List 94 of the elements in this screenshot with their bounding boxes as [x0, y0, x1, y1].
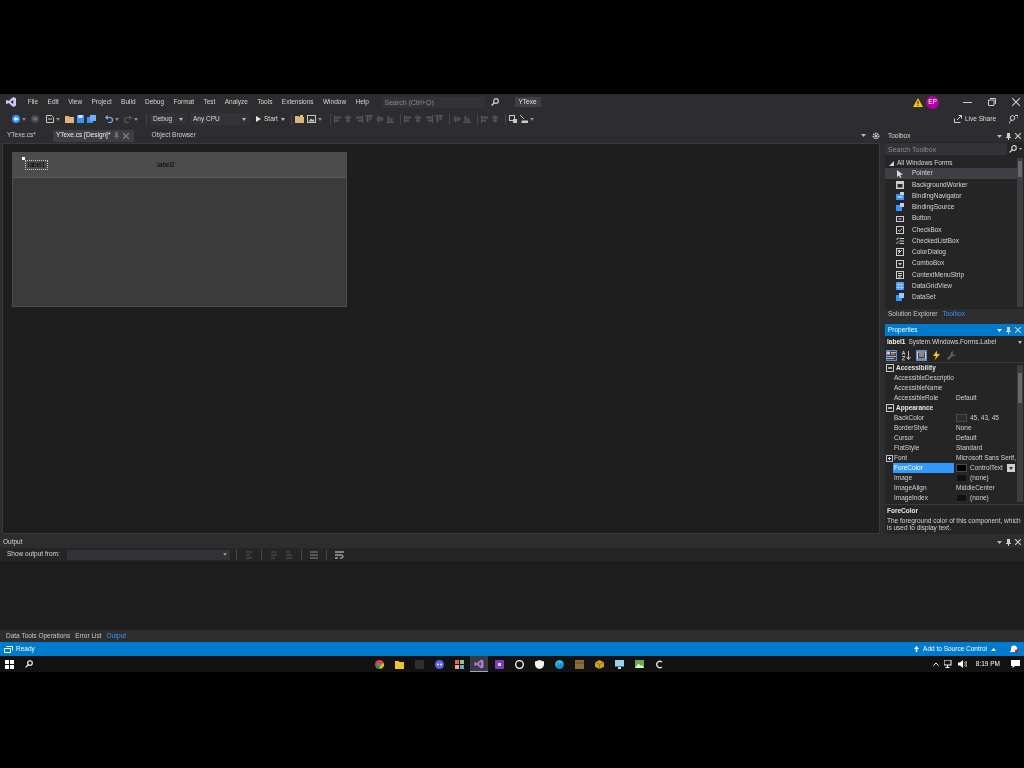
lightning-icon[interactable] — [931, 349, 942, 361]
caret-icon[interactable] — [997, 134, 1002, 138]
ide-icon[interactable] — [470, 656, 488, 672]
caret-icon — [1009, 466, 1013, 470]
image-preview-icon — [956, 474, 967, 482]
folder-icon[interactable] — [394, 659, 404, 669]
close-icon[interactable] — [1012, 98, 1020, 106]
line-icon[interactable] — [519, 115, 528, 123]
back-icon[interactable] — [12, 115, 20, 123]
share-icon — [953, 115, 962, 123]
caret-icon — [1018, 340, 1022, 344]
folder-icon[interactable] — [294, 115, 304, 123]
save-icon[interactable] — [77, 115, 84, 123]
minimize-icon[interactable] — [963, 101, 972, 103]
app-icon[interactable] — [454, 659, 464, 669]
close-icon[interactable] — [1015, 539, 1021, 545]
menu-icon — [896, 270, 904, 279]
caret-icon[interactable] — [861, 134, 866, 137]
checkbox-icon — [896, 225, 904, 234]
caret-icon — [179, 117, 183, 121]
warning-icon[interactable] — [913, 97, 923, 107]
expand-icon[interactable] — [886, 454, 893, 462]
caret-icon[interactable] — [529, 117, 534, 121]
gear-icon[interactable] — [872, 131, 880, 140]
caret-icon[interactable] — [115, 117, 119, 121]
restore-icon[interactable] — [988, 98, 996, 106]
collapse-icon[interactable] — [886, 404, 894, 412]
stacked-squares-icon — [896, 203, 904, 212]
expanded-icon[interactable] — [889, 160, 894, 166]
pointer-icon — [896, 169, 904, 178]
browser-icon[interactable] — [554, 659, 564, 669]
categorized-icon[interactable] — [886, 349, 897, 361]
caret-icon — [280, 117, 285, 121]
button-icon — [896, 214, 904, 223]
cube-icon[interactable] — [594, 659, 604, 669]
app-icon[interactable] — [654, 659, 664, 669]
box-icon[interactable] — [574, 659, 584, 669]
play-icon — [256, 116, 261, 122]
chat-icon[interactable] — [434, 659, 444, 669]
selection-handle-icon[interactable] — [22, 156, 25, 160]
dropdown-button[interactable] — [1007, 464, 1015, 472]
alphabetical-icon[interactable] — [901, 349, 912, 361]
stacked-windows-icon — [4, 645, 13, 653]
monitor-icon[interactable] — [943, 660, 953, 668]
notification-bell-icon[interactable] — [1010, 645, 1018, 653]
image-preview-icon — [956, 494, 967, 502]
pin-icon[interactable] — [1006, 132, 1011, 140]
caret-icon[interactable] — [997, 540, 1002, 544]
search-icon[interactable] — [490, 98, 499, 106]
search-icon[interactable] — [25, 660, 33, 668]
word-wrap-icon[interactable] — [334, 550, 344, 559]
caret-icon[interactable] — [22, 117, 26, 121]
shield-icon[interactable] — [534, 659, 544, 669]
close-icon[interactable] — [1015, 133, 1021, 139]
caret-icon[interactable] — [997, 328, 1002, 332]
windows-logo-icon[interactable] — [5, 659, 14, 669]
combo-box-icon — [896, 259, 904, 268]
caret-icon — [991, 647, 996, 651]
stacked-squares-icon — [896, 293, 904, 302]
undo-icon[interactable] — [105, 115, 113, 123]
chevron-up-icon[interactable] — [932, 662, 939, 666]
collapse-icon[interactable] — [886, 364, 894, 372]
pin-icon[interactable] — [1006, 538, 1011, 546]
vs-logo-icon[interactable] — [6, 97, 16, 107]
document-icon[interactable] — [46, 115, 54, 123]
image-icon[interactable] — [634, 659, 644, 669]
scrollbar[interactable] — [1017, 365, 1023, 502]
upload-icon — [914, 646, 920, 652]
navigator-icon — [896, 192, 904, 201]
forward-icon[interactable] — [31, 115, 39, 123]
caret-icon — [222, 553, 227, 556]
properties-icon[interactable] — [916, 349, 927, 361]
app-icon[interactable] — [494, 659, 504, 669]
open-folder-icon[interactable] — [65, 115, 74, 123]
scrollbar[interactable] — [1017, 158, 1023, 307]
caret-icon[interactable] — [134, 117, 138, 121]
search-icon[interactable] — [1009, 145, 1017, 153]
component-icon — [896, 180, 904, 189]
person-icon[interactable] — [1009, 114, 1018, 124]
caret-icon[interactable] — [317, 117, 322, 121]
ring-icon[interactable] — [514, 659, 524, 669]
squares-icon[interactable] — [508, 115, 517, 123]
save-all-icon[interactable] — [87, 115, 96, 123]
speech-bubble-icon[interactable] — [1011, 660, 1020, 668]
grid-icon — [896, 282, 904, 291]
computer-icon[interactable] — [614, 659, 624, 669]
browser-icon[interactable] — [374, 659, 384, 669]
checked-list-icon — [896, 237, 904, 246]
image-icon[interactable] — [306, 115, 316, 123]
dialog-icon — [896, 248, 904, 257]
caret-icon[interactable] — [1019, 148, 1022, 150]
caret-icon[interactable] — [56, 117, 60, 121]
speaker-icon[interactable] — [957, 660, 967, 668]
caret-icon — [242, 117, 246, 121]
